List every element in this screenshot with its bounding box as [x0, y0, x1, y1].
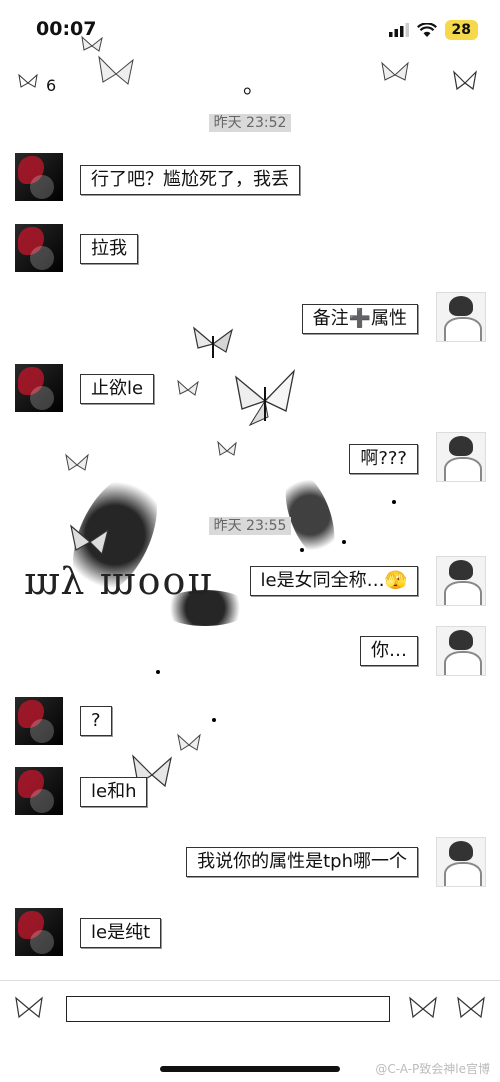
sparkle: [392, 500, 396, 504]
self-avatar[interactable]: [436, 626, 486, 676]
self-avatar[interactable]: [436, 837, 486, 887]
sparkle: [156, 670, 160, 674]
contact-avatar[interactable]: [15, 908, 63, 956]
timestamp: 昨天 23:55: [0, 515, 500, 535]
message-bubble-left[interactable]: le和h: [80, 777, 148, 807]
input-bar: [0, 980, 500, 1037]
message-bubble-left[interactable]: le是纯t: [80, 918, 162, 948]
message-bubble-right[interactable]: 你…: [360, 636, 418, 666]
chat-header: 6 。: [0, 60, 500, 110]
timestamp: 昨天 23:52: [0, 112, 500, 132]
status-icons: 28: [388, 20, 478, 40]
butterfly-decoration-icon: [193, 326, 234, 358]
timestamp-text: 昨天 23:52: [208, 114, 292, 132]
butterfly-voice-icon[interactable]: [14, 995, 44, 1023]
status-bar: 00:07 28: [0, 0, 500, 60]
message-bubble-left[interactable]: 拉我: [80, 234, 138, 264]
wifi-icon: [416, 23, 437, 37]
message-bubble-left[interactable]: 止欲le: [80, 374, 155, 404]
butterfly-decoration-icon: [217, 440, 237, 456]
butterfly-decoration-icon: [177, 733, 201, 751]
message-bubble-right[interactable]: 我说你的属性是tph哪一个: [186, 847, 418, 877]
butterfly-menu-icon[interactable]: [452, 70, 478, 96]
home-indicator[interactable]: [160, 1066, 340, 1072]
contact-avatar[interactable]: [15, 153, 63, 201]
message-input[interactable]: [66, 996, 390, 1022]
contact-avatar[interactable]: [15, 364, 63, 412]
background-text: my moon: [24, 565, 214, 609]
signal-icon: [388, 23, 409, 37]
timestamp-text: 昨天 23:55: [208, 517, 292, 535]
butterfly-decoration-icon: [65, 453, 89, 471]
unread-count[interactable]: 6: [46, 76, 56, 95]
contact-avatar[interactable]: [15, 224, 63, 272]
butterfly-back-icon[interactable]: [18, 74, 38, 92]
message-bubble-right[interactable]: 备注➕属性: [301, 304, 418, 334]
status-time: 00:07: [36, 18, 97, 40]
contact-avatar[interactable]: [15, 697, 63, 745]
battery-indicator: 28: [444, 20, 478, 40]
butterfly-decoration-icon: [235, 368, 296, 427]
chat-title: 。: [243, 74, 266, 99]
butterfly-more-icon[interactable]: [456, 995, 486, 1023]
message-bubble-left[interactable]: ?: [80, 706, 112, 736]
watermark: @C-A-P致会神le官博: [375, 1062, 490, 1076]
self-avatar[interactable]: [436, 556, 486, 606]
butterfly-emoji-icon[interactable]: [408, 995, 438, 1023]
contact-avatar[interactable]: [15, 767, 63, 815]
sparkle: [300, 548, 304, 552]
self-avatar[interactable]: [436, 432, 486, 482]
sparkle: [212, 718, 216, 722]
butterfly-decoration-icon: [177, 379, 199, 396]
message-bubble-left[interactable]: 行了吧？尴尬死了，我丢: [80, 165, 300, 195]
self-avatar[interactable]: [436, 292, 486, 342]
message-bubble-right[interactable]: 啊???: [349, 444, 418, 474]
sparkle: [342, 540, 346, 544]
message-bubble-right[interactable]: le是女同全称…🫣: [249, 566, 418, 596]
